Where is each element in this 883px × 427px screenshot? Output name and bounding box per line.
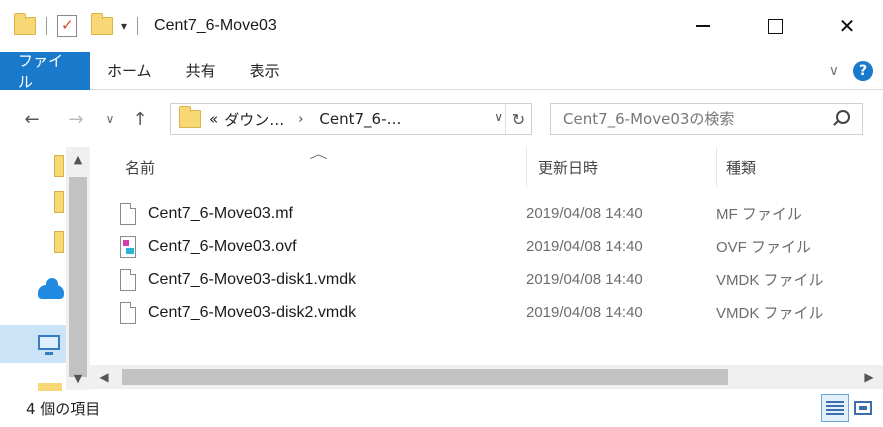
large-icons-view-button[interactable] [849,394,877,422]
help-icon[interactable]: ? [853,61,873,81]
sort-ascending-icon: ︿ [309,147,328,162]
tab-view[interactable]: 表示 [233,52,297,90]
breadcrumb-downloads[interactable]: ダウン… [224,109,284,130]
horizontal-scrollbar[interactable]: ◀ ▶ [90,365,883,389]
title-bar: ▾ Cent7_6-Move03 ✕ [0,0,883,52]
file-name: Cent7_6-Move03.ovf [148,237,297,255]
file-type: MF ファイル [716,206,802,223]
column-header-date[interactable]: 更新日時 [538,147,598,187]
forward-button[interactable]: → [62,109,90,130]
maximize-icon [767,18,783,34]
onedrive-icon[interactable] [38,278,64,299]
close-button[interactable]: ✕ [811,0,883,52]
file-date: 2019/04/08 14:40 [526,304,643,321]
properties-icon [57,15,77,37]
column-divider[interactable] [526,147,527,187]
nav-folder-icon[interactable] [54,191,64,213]
quick-access-toolbar: ▾ [14,0,148,52]
refresh-icon[interactable]: ↻ [505,104,531,134]
search-icon[interactable] [836,110,850,124]
file-type: VMDK ファイル [716,272,824,289]
breadcrumb-separator[interactable]: › [298,112,303,127]
file-name: Cent7_6-Move03-disk1.vmdk [148,270,357,288]
tab-home[interactable]: ホーム [90,52,169,90]
folder-icon [14,13,36,35]
file-list: ︿ 名前 更新日時 種類 Cent7_6-Move03.mf 2019/04/0… [90,147,883,367]
window-controls: ✕ [667,0,883,52]
scroll-up-icon[interactable]: ▲ [66,147,90,171]
address-dropdown-icon[interactable]: ∨ [494,110,503,124]
scroll-left-icon[interactable]: ◀ [90,365,118,389]
generic-file-icon [120,268,136,291]
column-header-name[interactable]: 名前 [125,147,155,187]
file-type: VMDK ファイル [716,305,824,322]
qat-separator [46,17,47,35]
generic-file-icon [120,202,136,225]
tab-file[interactable]: ファイル [0,51,90,91]
computer-icon [38,335,60,355]
large-icons-view-icon [854,401,872,415]
file-row[interactable]: Cent7_6-Move03.mf 2019/04/08 14:40 MF ファ… [120,197,880,230]
file-type: OVF ファイル [716,239,812,256]
window-folder-icon[interactable] [14,0,36,52]
maximize-button[interactable] [739,0,811,52]
nav-scrollbar[interactable]: ▲ ▼ [66,147,90,390]
expand-ribbon-icon[interactable]: ∨ [829,63,839,79]
generic-file-icon [120,301,136,324]
file-row[interactable]: Cent7_6-Move03-disk1.vmdk 2019/04/08 14:… [120,263,880,296]
file-date: 2019/04/08 14:40 [526,271,643,288]
navigation-pane: ▲ ▼ [0,147,90,391]
horizontal-scroll-thumb[interactable] [122,369,728,385]
new-folder-button[interactable] [91,0,113,52]
file-row[interactable]: Cent7_6-Move03-disk2.vmdk 2019/04/08 14:… [120,296,880,329]
scroll-right-icon[interactable]: ▶ [855,365,883,389]
address-bar[interactable]: « ダウン… › Cent7_6-… ∨ ↻ [170,103,532,135]
new-folder-icon [91,13,113,35]
view-switcher [821,394,877,422]
up-button[interactable]: ↑ [126,109,154,130]
scroll-down-icon[interactable]: ▼ [66,366,90,390]
item-count: 4 個の項目 [26,400,101,418]
recent-locations-icon[interactable]: ∨ [96,112,124,126]
status-bar: 4 個の項目 [0,390,883,427]
ovf-file-icon [120,235,136,258]
ribbon-tabs: ファイル ホーム 共有 表示 ∨ ? [0,51,883,91]
file-date: 2019/04/08 14:40 [526,238,643,255]
search-input[interactable] [563,110,823,128]
tab-share[interactable]: 共有 [169,52,233,90]
close-icon: ✕ [838,14,856,38]
breadcrumb-current[interactable]: Cent7_6-… [319,110,401,128]
search-box[interactable] [550,103,863,135]
breadcrumb-overflow[interactable]: « [209,110,218,128]
nav-scroll-thumb[interactable] [69,177,87,377]
file-row[interactable]: Cent7_6-Move03.ovf 2019/04/08 14:40 OVF … [120,230,880,263]
properties-button[interactable] [57,0,77,52]
nav-folder-icon[interactable] [54,155,64,177]
file-name: Cent7_6-Move03-disk2.vmdk [148,303,357,321]
column-divider[interactable] [716,147,717,187]
qat-dropdown-icon[interactable]: ▾ [121,19,127,33]
address-folder-icon [179,106,201,128]
details-view-icon [826,401,844,415]
file-name: Cent7_6-Move03.mf [148,204,293,222]
details-view-button[interactable] [821,394,849,422]
nav-folder-icon[interactable] [54,231,64,253]
ribbon-right: ∨ ? [829,52,873,90]
minimize-button[interactable] [667,0,739,52]
file-date: 2019/04/08 14:40 [526,205,643,222]
column-header-type[interactable]: 種類 [726,147,756,187]
minimize-icon [696,25,710,27]
title-separator [137,17,139,35]
address-row: ← → ∨ ↑ « ダウン… › Cent7_6-… ∨ ↻ [0,91,883,147]
back-button[interactable]: ← [18,109,46,130]
nav-item-this-pc[interactable] [0,325,66,363]
window-title: Cent7_6-Move03 [154,17,277,34]
